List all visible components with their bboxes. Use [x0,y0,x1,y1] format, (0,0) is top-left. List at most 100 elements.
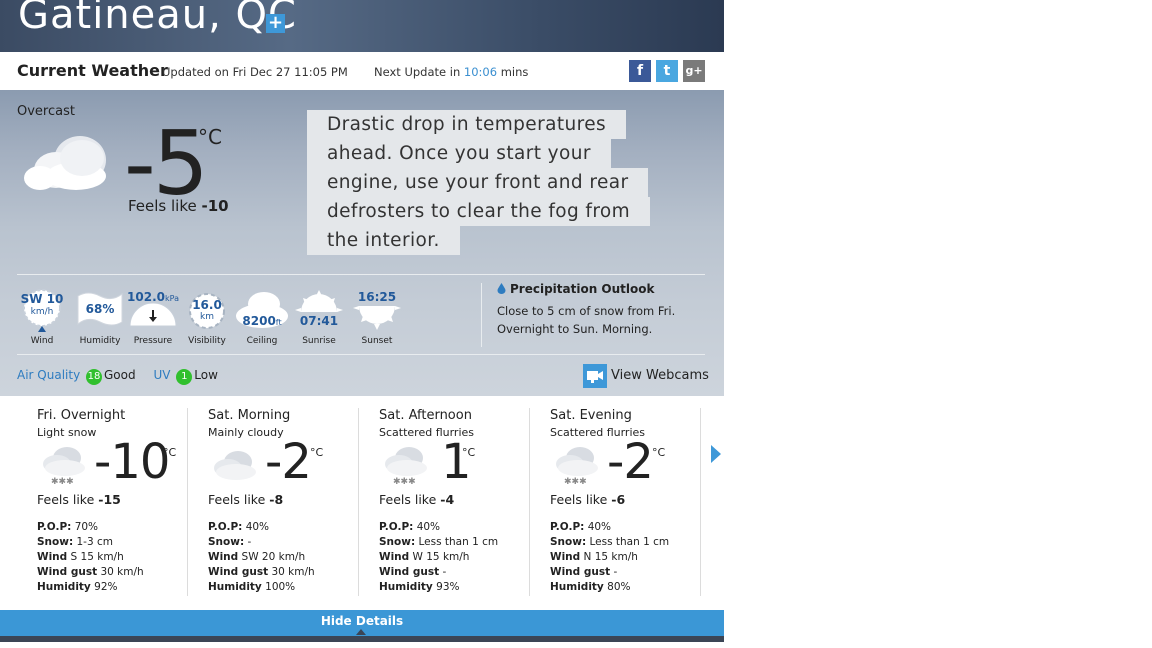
next-update-suffix: mins [497,65,529,79]
air-quality-text: Good [104,368,136,382]
wind-row: Wind S 15 km/h [37,550,144,565]
wind-gust-row: Wind gust - [550,565,669,580]
wind-row: Wind N 15 km/h [550,550,669,565]
pressure-value: 102.0 [127,290,165,304]
humidity-label: Humidity [379,581,433,593]
wind-value: S 15 km/h [70,551,124,563]
divider [529,408,530,596]
wind-gust-row: Wind gust 30 km/h [208,565,315,580]
current-feels-like: Feels like -10 [128,197,229,215]
cloud-icon [24,136,106,190]
webcam-icon[interactable] [583,364,607,388]
feels-like-value: -6 [611,492,626,507]
wind-value: SW 10 [20,292,64,306]
divider [17,274,705,275]
air-quality-link[interactable]: Air Quality [17,368,80,382]
googleplus-icon[interactable]: g+ [683,60,705,82]
snow-value: Less than 1 cm [418,536,499,548]
pop-value: 40% [416,521,441,533]
next-update-prefix: Next Update in [374,65,464,79]
precipitation-outlook-label: Precipitation Outlook [510,282,655,296]
tip-line: Drastic drop in temperatures [307,110,627,139]
current-weather-title: Current Weather [17,61,168,80]
wind-label: Wind [208,551,239,563]
wind-row: Wind W 15 km/h [379,550,498,565]
city-name: Gatineau, QC [18,0,297,38]
wind-gust-value: 30 km/h [100,566,144,578]
wind-gust-label: Wind gust [37,566,98,578]
feels-like-value: -15 [98,492,121,507]
twitter-icon[interactable]: t [656,60,678,82]
feels-like-label: Feels like [550,492,612,507]
next-update: Next Update in 10:06 mins [374,65,528,79]
feels-like-label: Feels like [128,197,202,215]
humidity-row: Humidity 100% [208,580,315,595]
pop-label: P.O.P: [550,521,585,533]
cloud-icon [214,451,256,480]
uv-link[interactable]: UV [153,368,170,382]
svg-text:✱✱✱: ✱✱✱ [51,477,74,487]
wind-value: SW 20 km/h [241,551,306,563]
footer-strip [0,636,724,642]
wind-label: Wind [30,336,54,346]
period-temperature: -10 [94,434,170,490]
plus-icon[interactable]: + [266,14,285,33]
current-conditions-panel: Overcast -5 °C Feels like -10 Drastic dr… [0,90,724,396]
uv-badge: 1 [176,369,193,385]
humidity-row: Humidity 93% [379,580,498,595]
period-temperature-unit: °C [652,446,666,459]
caret-up-icon [356,629,366,635]
uv-text: Low [194,368,218,382]
current-temperature: -5 [124,112,209,215]
wind-gust-value: - [442,566,447,578]
snow-row: Snow: - [208,535,315,550]
snow-value: Less than 1 cm [589,536,670,548]
period-details: P.O.P: 70% Snow: 1-3 cm Wind S 15 km/h W… [37,520,144,595]
wind-gust-value: - [613,566,618,578]
divider [700,408,701,596]
humidity-label: Humidity [208,581,262,593]
wind-gust-label: Wind gust [379,566,440,578]
tip-line: ahead. Once you start your [307,139,611,168]
forecast-period: Sat. Afternoon Scattered flurries ✱✱✱ 1 … [379,396,530,596]
wind-row: Wind SW 20 km/h [208,550,315,565]
forecast-period: Fri. Overnight Light snow ✱✱✱ -10 °C Fee… [37,396,188,596]
current-weather-bar: Current Weather Updated on Fri Dec 27 11… [0,52,724,90]
water-drop-icon [497,283,506,294]
pop-label: P.O.P: [208,521,243,533]
snow-row: Snow: Less than 1 cm [379,535,498,550]
air-quality-row: Air Quality 18 Good UV 1 Low [17,368,218,385]
snow-label: Snow: [550,536,587,548]
humidity-value: 80% [607,581,631,593]
forecast-section: Fri. Overnight Light snow ✱✱✱ -10 °C Fee… [0,396,724,610]
feels-like-label: Feels like [37,492,99,507]
period-condition: Light snow [37,426,97,439]
wind-label: Wind [37,551,68,563]
snow-row: Snow: 1-3 cm [37,535,144,550]
period-feels-like: Feels like -6 [550,492,625,507]
precipitation-outlook-text: Close to 5 cm of snow from Fri. Overnigh… [497,304,676,336]
view-webcams-link[interactable]: View Webcams [611,368,709,383]
wind-label: Wind [550,551,581,563]
period-name: Sat. Evening [550,408,632,423]
air-quality-badge: 18 [86,369,102,385]
humidity-value: 93% [436,581,460,593]
weather-widget: Gatineau, QC + Current Weather Updated o… [0,0,724,642]
pressure-label: Pressure [133,336,173,346]
feels-like-value: -10 [201,197,229,215]
hide-details-label: Hide Details [320,614,404,628]
period-details: P.O.P: 40% Snow: Less than 1 cm Wind W 1… [379,520,498,595]
wind-gust-label: Wind gust [550,566,611,578]
divider [187,408,188,596]
next-update-time: 10:06 [463,65,498,79]
sunset-label: Sunset [361,336,393,346]
humidity-value: 68% [85,302,115,316]
sunrise-value: 07:41 [299,314,339,328]
wind-value: W 15 km/h [412,551,470,563]
next-arrow-icon[interactable] [711,445,721,463]
pop-row: P.O.P: 70% [37,520,144,535]
snow-cloud-icon: ✱✱✱ [385,447,427,487]
facebook-icon[interactable]: f [629,60,651,82]
divider [17,354,705,355]
pop-row: P.O.P: 40% [208,520,315,535]
